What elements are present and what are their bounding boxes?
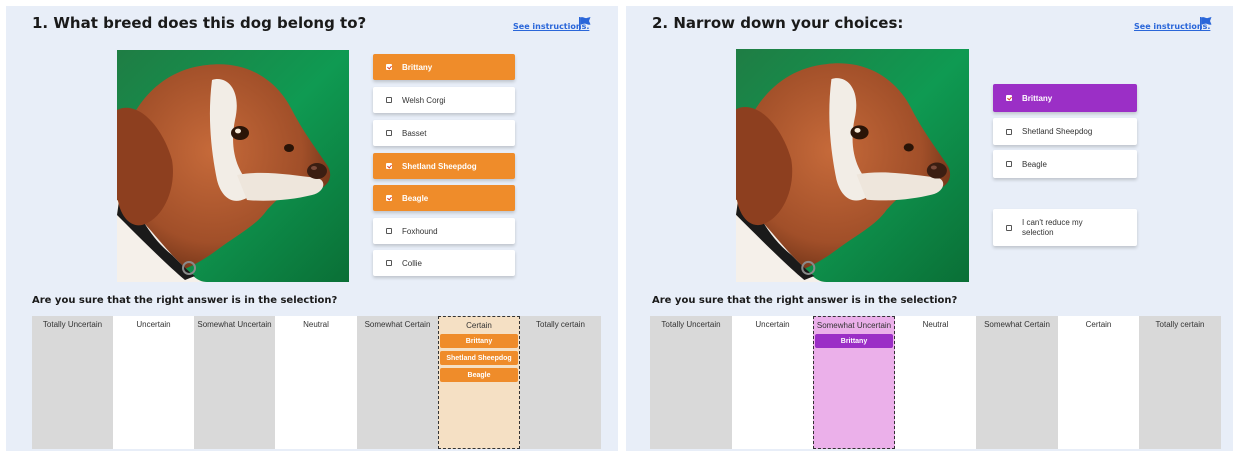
scale-certain[interactable]: Certain Brittany Shetland Sheepdog Beagl… [438, 316, 520, 449]
scale-totally-uncertain[interactable]: Totally Uncertain [650, 316, 732, 449]
scale-label: Totally certain [1155, 320, 1205, 329]
scale-label: Uncertain [755, 320, 790, 329]
scale-label: Somewhat Uncertain [197, 320, 272, 329]
choice-label-line2: selection [1022, 227, 1054, 237]
choice-label-line1: I can't reduce my [1022, 217, 1083, 227]
flag-icon[interactable] [1199, 16, 1213, 30]
chip-brittany[interactable]: Brittany [815, 334, 893, 348]
scale-somewhat-certain[interactable]: Somewhat Certain [976, 316, 1058, 449]
choice-basset[interactable]: Basset [373, 120, 515, 146]
choice-shetland-sheepdog[interactable]: Shetland Sheepdog [373, 153, 515, 179]
checkbox-icon [386, 195, 392, 201]
flag-icon[interactable] [578, 16, 592, 30]
scale-label: Somewhat Uncertain [816, 321, 892, 330]
cant-reduce-selection-option[interactable]: I can't reduce my selection [993, 209, 1137, 246]
checkbox-icon [386, 228, 392, 234]
choice-label: Shetland Sheepdog [1022, 127, 1093, 136]
scale-totally-certain[interactable]: Totally certain [520, 316, 601, 449]
choice-label: Collie [402, 258, 423, 268]
scale-certain[interactable]: Certain [1058, 316, 1139, 449]
checkbox-icon [1006, 161, 1012, 167]
choice-label: Beagle [402, 193, 429, 203]
certainty-question: Are you sure that the right answer is in… [32, 295, 338, 306]
checkbox-icon [386, 97, 392, 103]
choice-welsh-corgi[interactable]: Welsh Corgi [373, 87, 515, 113]
choice-label: Foxhound [402, 226, 438, 236]
chip-beagle[interactable]: Beagle [440, 368, 518, 382]
choice-label: Brittany [1022, 93, 1053, 103]
scale-uncertain[interactable]: Uncertain [732, 316, 813, 449]
scale-label: Uncertain [136, 320, 171, 329]
scale-somewhat-certain[interactable]: Somewhat Certain [357, 316, 438, 449]
scale-label: Totally certain [536, 320, 585, 329]
certainty-scale: Totally Uncertain Uncertain Somewhat Unc… [32, 316, 601, 449]
scale-label: Totally Uncertain [661, 320, 721, 329]
choice-label: Shetland Sheepdog [402, 161, 477, 171]
scale-neutral[interactable]: Neutral [275, 316, 357, 449]
choice-beagle[interactable]: Beagle [373, 185, 515, 211]
scale-somewhat-uncertain[interactable]: Somewhat Uncertain Brittany [813, 316, 895, 449]
question-panel-1: 1. What breed does this dog belong to? S… [6, 6, 618, 451]
scale-totally-certain[interactable]: Totally certain [1139, 316, 1221, 449]
checkbox-icon [1006, 95, 1012, 101]
choice-collie[interactable]: Collie [373, 250, 515, 276]
scale-label: Somewhat Certain [364, 320, 431, 329]
choice-label: Beagle [1022, 159, 1047, 169]
scale-uncertain[interactable]: Uncertain [113, 316, 194, 449]
checkbox-icon [1006, 128, 1012, 135]
dog-photo [736, 49, 969, 282]
scale-label: Totally Uncertain [42, 320, 103, 329]
choice-brittany[interactable]: Brittany [373, 54, 515, 80]
choice-label: Brittany [402, 62, 433, 72]
choice-beagle[interactable]: Beagle [993, 150, 1137, 178]
checkbox-icon [386, 64, 392, 70]
chip-brittany[interactable]: Brittany [440, 334, 518, 348]
choice-label: Basset [402, 128, 427, 138]
checkbox-icon [386, 163, 392, 169]
dog-photo [117, 50, 349, 282]
scale-label: Certain [466, 321, 492, 330]
scale-label: Somewhat Certain [984, 320, 1050, 329]
chip-shetland-sheepdog[interactable]: Shetland Sheepdog [440, 351, 518, 365]
checkbox-icon [386, 260, 392, 266]
page-title: 2. Narrow down your choices: [652, 14, 904, 32]
certainty-scale: Totally Uncertain Uncertain Somewhat Unc… [650, 316, 1221, 449]
choice-label: I can't reduce my selection [1022, 218, 1083, 238]
choice-foxhound[interactable]: Foxhound [373, 218, 515, 244]
scale-label: Neutral [303, 320, 329, 329]
choice-label: Welsh Corgi [402, 95, 446, 105]
question-panel-2: 2. Narrow down your choices: See instruc… [626, 6, 1233, 451]
scale-somewhat-uncertain[interactable]: Somewhat Uncertain [194, 316, 275, 449]
scale-totally-uncertain[interactable]: Totally Uncertain [32, 316, 113, 449]
choice-shetland-sheepdog[interactable]: Shetland Sheepdog [993, 118, 1137, 145]
checkbox-icon [386, 130, 392, 136]
certainty-question: Are you sure that the right answer is in… [652, 295, 958, 306]
choice-brittany[interactable]: Brittany [993, 84, 1137, 112]
checkbox-icon [1006, 224, 1012, 231]
scale-neutral[interactable]: Neutral [895, 316, 976, 449]
scale-label: Neutral [922, 320, 949, 329]
page-title: 1. What breed does this dog belong to? [32, 14, 367, 32]
scale-label: Certain [1085, 320, 1112, 329]
